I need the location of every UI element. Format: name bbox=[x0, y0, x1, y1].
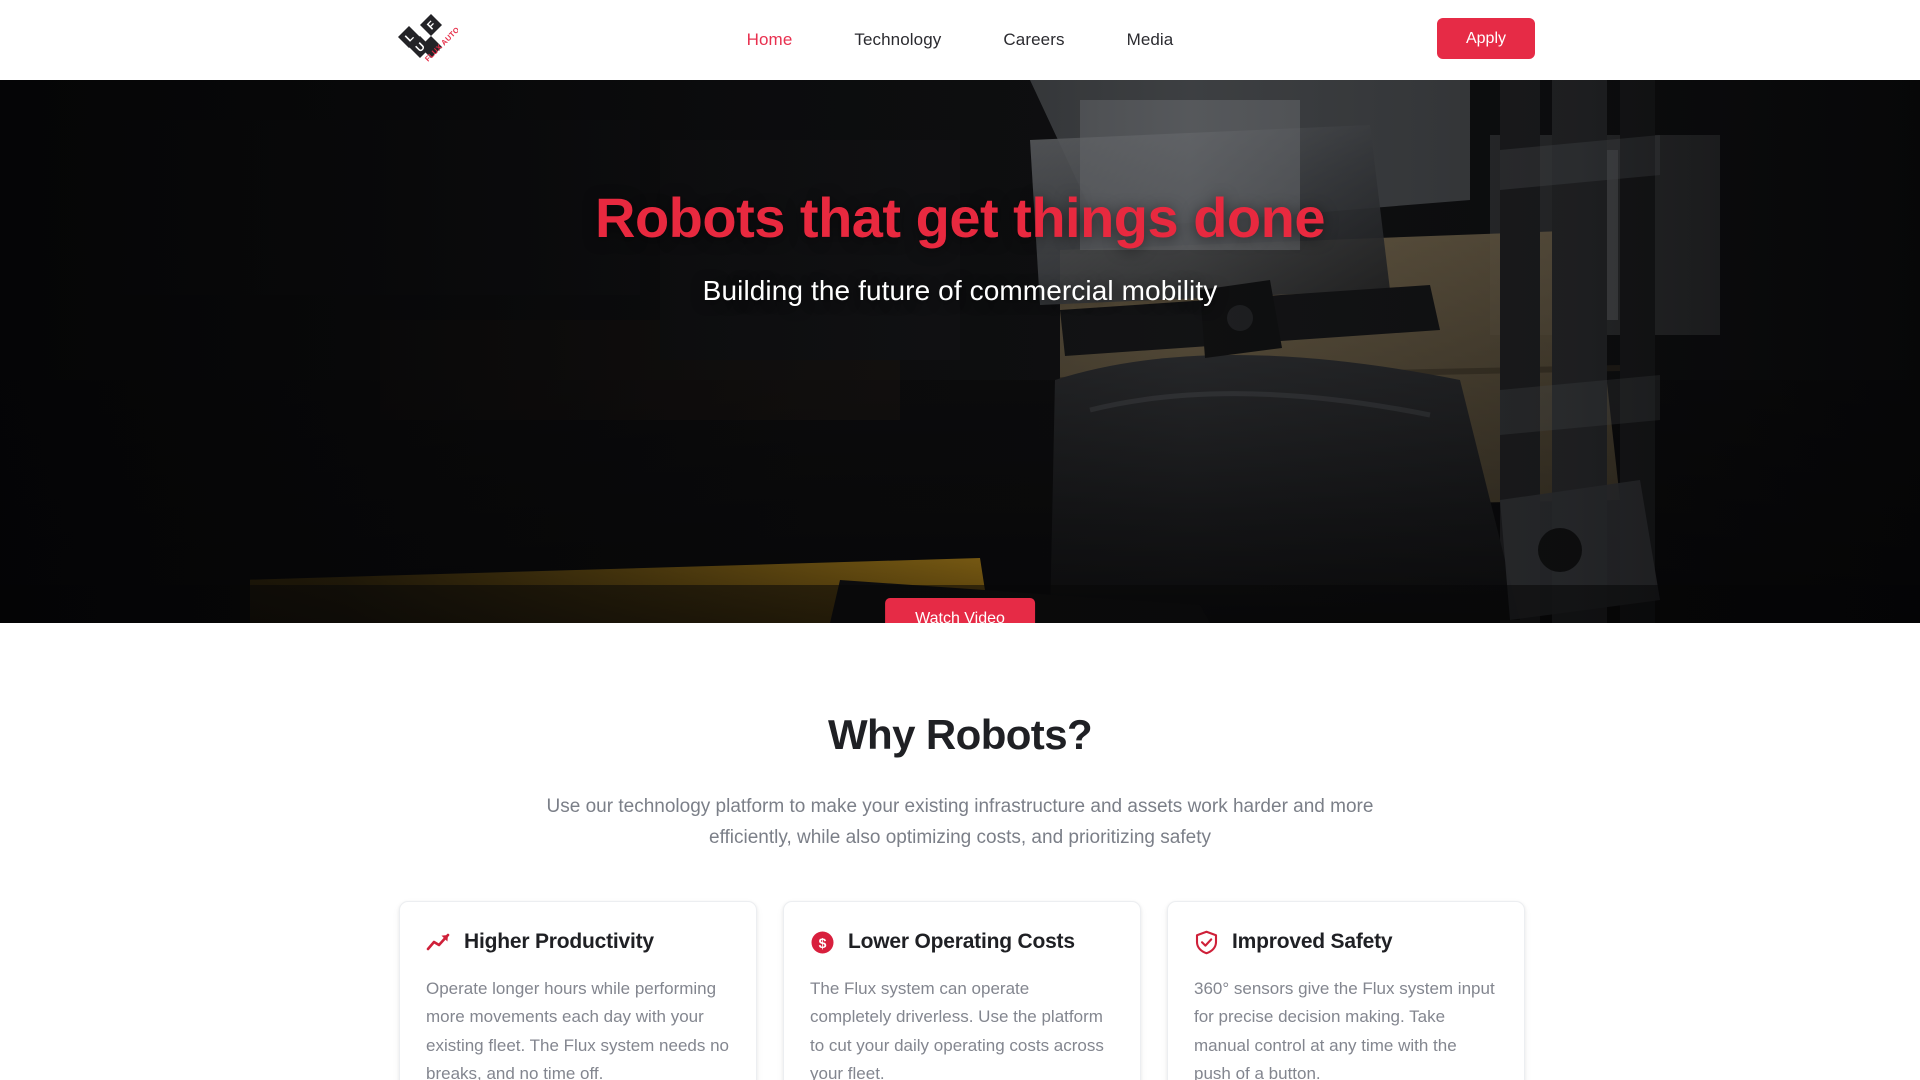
hero-content: Robots that get things done Building the… bbox=[0, 80, 1920, 307]
card-header: $ Lower Operating Costs bbox=[810, 930, 1114, 955]
apply-button[interactable]: Apply bbox=[1436, 18, 1535, 60]
shield-check-icon bbox=[1194, 930, 1219, 955]
card-body: 360° sensors give the Flux system input … bbox=[1194, 978, 1495, 1080]
section-subheading: Use our technology platform to make your… bbox=[546, 796, 1374, 849]
feature-card[interactable]: $ Lower Operating Costs The Flux system … bbox=[783, 900, 1141, 1080]
hero-title: Robots that get things done bbox=[595, 186, 1325, 249]
nav-item-careers[interactable]: Careers bbox=[972, 30, 1095, 50]
nav-item-media[interactable]: Media bbox=[1096, 30, 1205, 50]
nav-item-home[interactable]: Home bbox=[716, 30, 824, 50]
dollar-circle-icon: $ bbox=[810, 930, 835, 955]
why-robots-section: Why Robots? Use our technology platform … bbox=[0, 623, 1920, 1080]
feature-card[interactable]: Improved Safety 360° sensors give the Fl… bbox=[1167, 900, 1525, 1080]
card-title: Lower Operating Costs bbox=[848, 930, 1075, 954]
card-header: Higher Productivity bbox=[426, 930, 730, 955]
card-title: Improved Safety bbox=[1232, 930, 1393, 954]
svg-text:$: $ bbox=[819, 935, 827, 951]
site-header: F L U FLUX AUTO Home Technology Careers … bbox=[0, 0, 1920, 80]
feature-card-grid: Higher Productivity Operate longer hours… bbox=[399, 900, 1525, 1080]
card-body: Operate longer hours while performing mo… bbox=[426, 978, 730, 1080]
trending-up-icon bbox=[426, 930, 451, 955]
card-title: Higher Productivity bbox=[464, 930, 654, 954]
card-header: Improved Safety bbox=[1194, 930, 1498, 955]
card-body: The Flux system can operate completely d… bbox=[810, 978, 1104, 1080]
main-navigation: Home Technology Careers Media bbox=[0, 30, 1920, 50]
nav-item-technology[interactable]: Technology bbox=[823, 30, 972, 50]
watch-video-button[interactable]: Watch Video bbox=[885, 598, 1035, 623]
hero-section: Robots that get things done Building the… bbox=[0, 80, 1920, 623]
feature-card[interactable]: Higher Productivity Operate longer hours… bbox=[399, 900, 757, 1080]
hero-subtitle: Building the future of commercial mobili… bbox=[702, 275, 1218, 307]
section-heading: Why Robots? bbox=[827, 711, 1093, 758]
